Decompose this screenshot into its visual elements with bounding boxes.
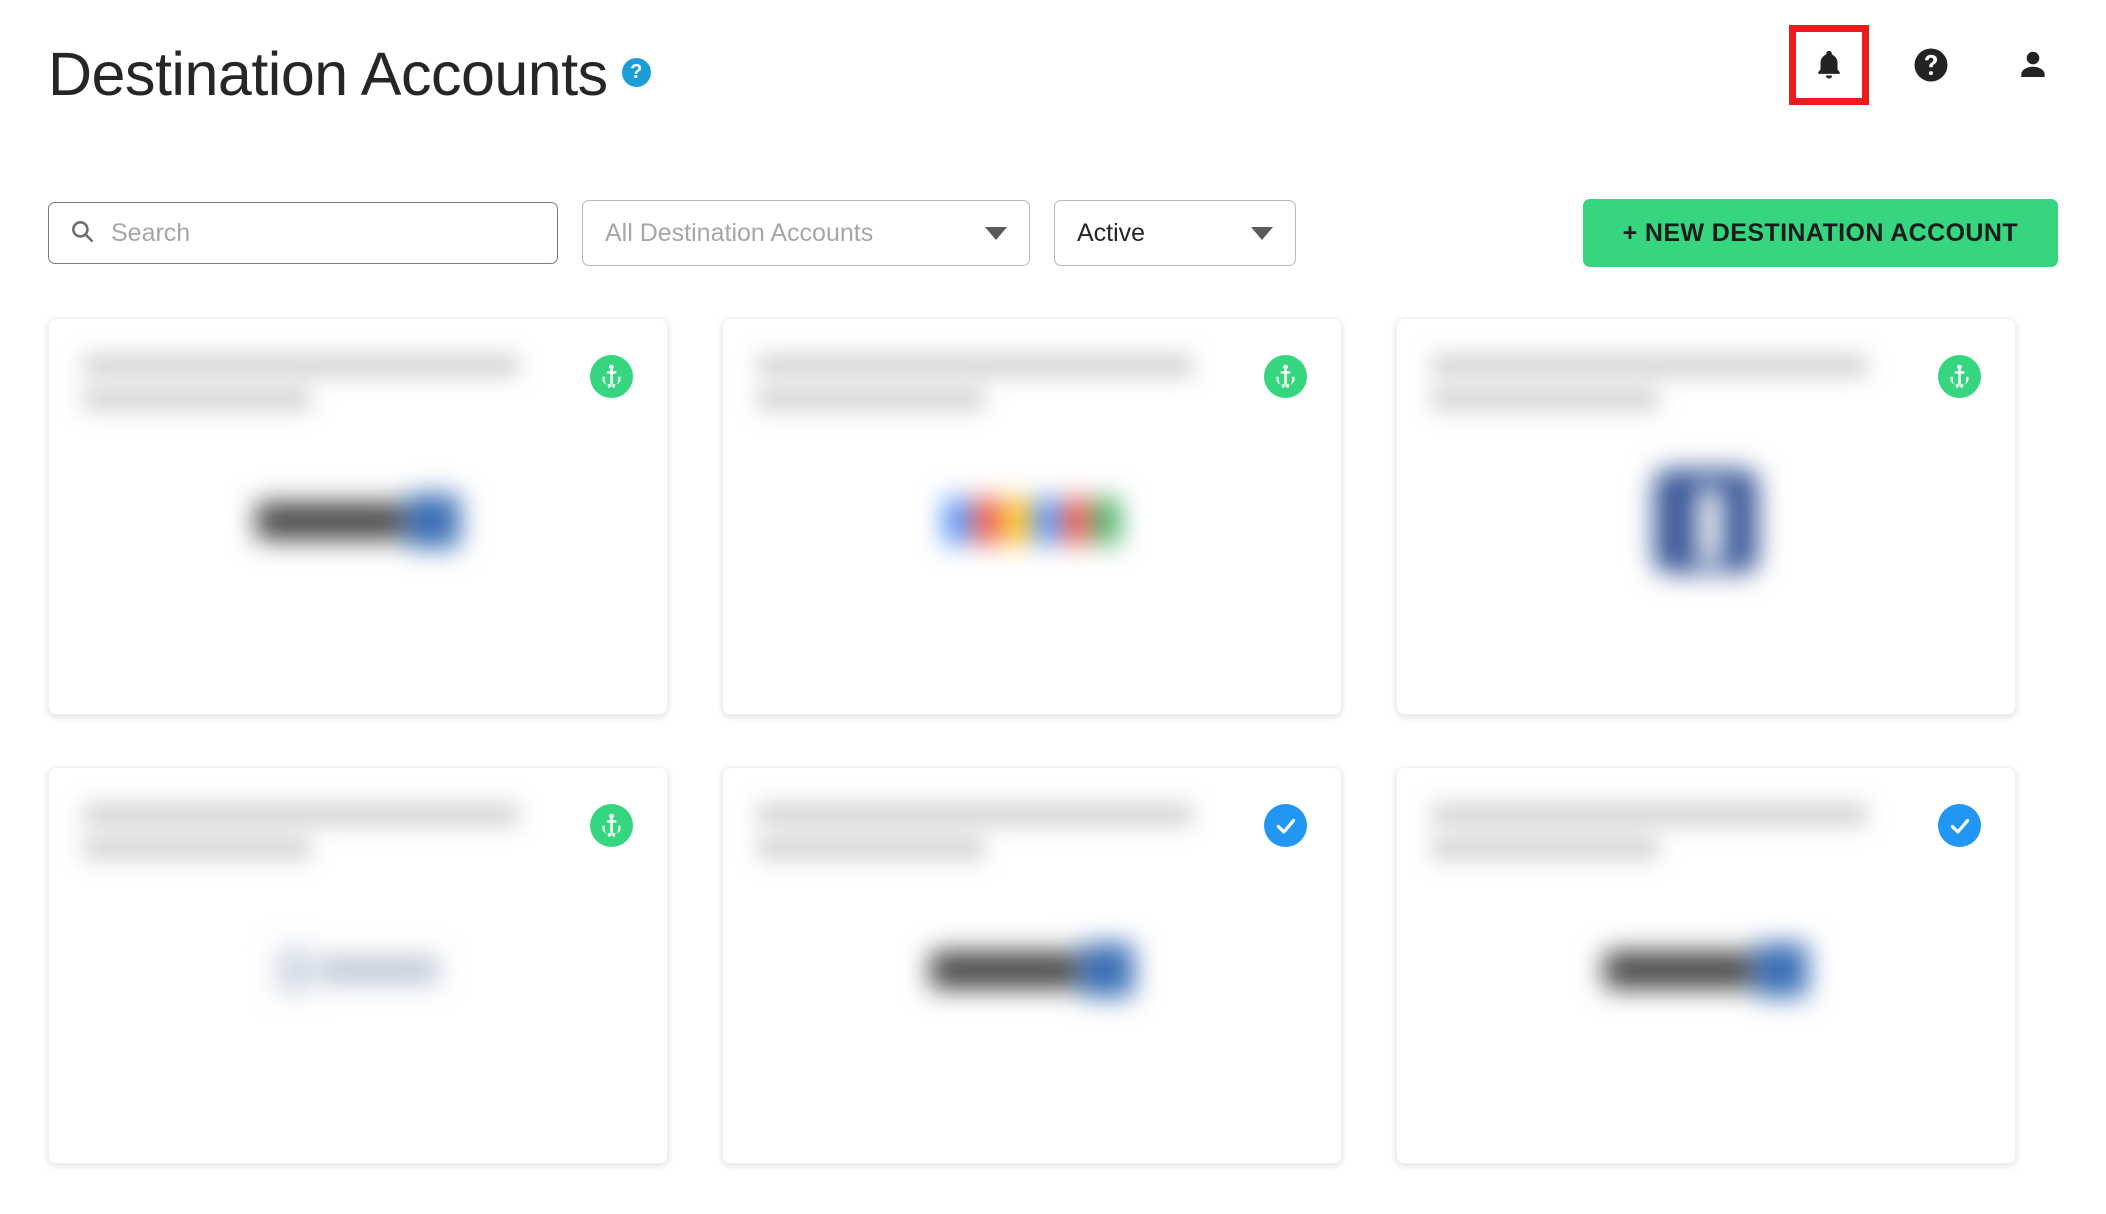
topbar-icons bbox=[1789, 20, 2064, 110]
search-box[interactable] bbox=[48, 202, 558, 264]
page-help-badge-icon[interactable]: ? bbox=[621, 58, 651, 87]
account-filter-value: All Destination Accounts bbox=[605, 218, 874, 247]
new-destination-account-button[interactable]: + NEW DESTINATION ACCOUNT bbox=[1582, 199, 2058, 267]
user-account-icon bbox=[2015, 47, 2051, 83]
account-name-redacted bbox=[1431, 804, 1905, 872]
notifications-bell-icon bbox=[1812, 46, 1846, 84]
status-filter-select[interactable]: Active bbox=[1054, 200, 1296, 266]
help-button[interactable] bbox=[1900, 34, 1962, 96]
destination-account-card[interactable] bbox=[1396, 767, 2016, 1164]
check-circle-icon[interactable] bbox=[1264, 804, 1307, 847]
check-circle-icon[interactable] bbox=[1938, 804, 1981, 847]
account-logo bbox=[723, 471, 1341, 571]
account-logo-linkedin bbox=[930, 943, 1134, 997]
account-name-redacted bbox=[83, 804, 557, 872]
filters-toolbar: All Destination Accounts Active + NEW DE… bbox=[48, 198, 2058, 268]
account-logo-google bbox=[945, 498, 1119, 544]
page-title-row: Destination Accounts ? bbox=[48, 42, 651, 106]
anchor-icon[interactable] bbox=[590, 804, 633, 847]
account-name-redacted bbox=[757, 804, 1231, 872]
destination-accounts-page: Destination Accounts ? Search All Destin… bbox=[0, 0, 2106, 1214]
help-circle-icon bbox=[1913, 47, 1949, 83]
anchor-icon[interactable] bbox=[590, 355, 633, 398]
search-input[interactable] bbox=[111, 218, 537, 248]
account-filter-select[interactable]: All Destination Accounts bbox=[582, 200, 1030, 266]
notifications-bell-button[interactable] bbox=[1789, 25, 1869, 105]
account-logo bbox=[1397, 920, 2015, 1020]
destination-account-card[interactable] bbox=[722, 318, 1342, 715]
account-name-redacted bbox=[757, 355, 1231, 423]
destination-account-card[interactable] bbox=[722, 767, 1342, 1164]
destination-account-card[interactable] bbox=[48, 767, 668, 1164]
account-name-redacted bbox=[83, 355, 557, 423]
account-logo-generic bbox=[277, 947, 439, 993]
account-logo bbox=[1397, 469, 2015, 573]
status-filter-value: Active bbox=[1077, 218, 1146, 247]
destination-accounts-grid bbox=[48, 318, 2058, 1164]
account-logo bbox=[723, 920, 1341, 1020]
destination-account-card[interactable] bbox=[48, 318, 668, 715]
account-logo-facebook bbox=[1654, 469, 1758, 573]
anchor-icon[interactable] bbox=[1938, 355, 1981, 398]
user-account-button[interactable] bbox=[2002, 34, 2064, 96]
search-icon bbox=[69, 218, 95, 249]
destination-account-card[interactable] bbox=[1396, 318, 2016, 715]
account-name-redacted bbox=[1431, 355, 1905, 423]
account-logo-linkedin bbox=[256, 494, 460, 548]
anchor-icon[interactable] bbox=[1264, 355, 1307, 398]
account-logo-linkedin bbox=[1604, 943, 1808, 997]
chevron-down-icon bbox=[1251, 226, 1273, 240]
account-logo bbox=[49, 920, 667, 1020]
chevron-down-icon bbox=[985, 226, 1007, 240]
account-logo bbox=[49, 471, 667, 571]
page-title: Destination Accounts bbox=[48, 40, 608, 108]
